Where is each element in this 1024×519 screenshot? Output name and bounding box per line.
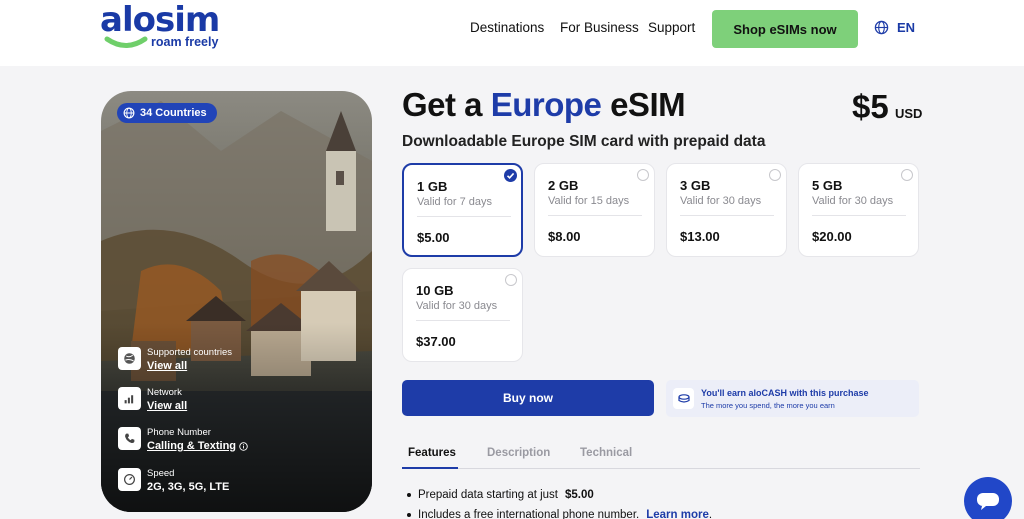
language-code: EN (897, 20, 916, 35)
tab-features[interactable]: Features (408, 447, 456, 459)
page-subtitle: Downloadable Europe SIM card with prepai… (402, 133, 766, 150)
destination-hero-card: 34 Countries Supported countries View al… (101, 91, 372, 512)
feature-text: Prepaid data starting at just (418, 489, 558, 501)
bullet (407, 513, 411, 517)
network-view-all-link[interactable]: View all (147, 399, 187, 413)
learn-more-link[interactable]: Learn more (646, 509, 709, 519)
plan-card-10gb[interactable]: 10 GB Valid for 30 days $37.00 (402, 268, 523, 362)
globe-icon (123, 107, 135, 119)
speedometer-icon (118, 468, 141, 491)
globe-icon (118, 347, 141, 370)
logo-wordmark: alosim (100, 0, 220, 40)
radio-icon (769, 169, 781, 181)
plan-price: $5.00 (417, 230, 450, 245)
supported-countries-row: Supported countries View all (118, 347, 232, 373)
title-prefix: Get a (402, 86, 483, 123)
tab-description[interactable]: Description (487, 447, 550, 459)
plan-card-5gb[interactable]: 5 GB Valid for 30 days $20.00 (798, 163, 919, 257)
speed-label: Speed (147, 468, 175, 479)
plan-data: 10 GB (416, 283, 454, 298)
info-icon[interactable] (239, 441, 248, 451)
smile-icon (104, 36, 148, 48)
plan-data: 3 GB (680, 178, 711, 193)
network-row: Network View all (118, 387, 187, 413)
countries-count: 34 Countries (140, 107, 207, 119)
network-label: Network (147, 387, 182, 398)
tabs-divider (402, 468, 920, 469)
plan-divider (416, 320, 510, 321)
radio-icon (901, 169, 913, 181)
plan-data: 2 GB (548, 178, 579, 193)
alosim-logo[interactable]: alosim roam freely (100, 0, 220, 54)
bullet (407, 493, 411, 497)
earn-title: You'll earn aloCASH with this purchase (701, 388, 869, 398)
feature-suffix: . (708, 509, 713, 519)
plan-card-3gb[interactable]: 3 GB Valid for 30 days $13.00 (666, 163, 787, 257)
tab-technical[interactable]: Technical (580, 447, 632, 459)
feature-text: Includes a free international phone numb… (418, 509, 640, 519)
coins-icon (673, 388, 694, 409)
plan-card-1gb[interactable]: 1 GB Valid for 7 days $5.00 (402, 163, 523, 257)
plan-data: 1 GB (417, 179, 448, 194)
title-destination: Europe (490, 86, 602, 123)
chat-icon (977, 493, 999, 510)
nav-for-business[interactable]: For Business (560, 20, 639, 35)
plan-price: $37.00 (416, 334, 456, 349)
supported-countries-label: Supported countries (147, 347, 233, 358)
radio-icon (505, 274, 517, 286)
page-title: Get a Europe eSIM (402, 86, 686, 124)
plan-price: $8.00 (548, 229, 581, 244)
plan-validity: Valid for 30 days (812, 195, 894, 207)
phone-number-row: Phone Number Calling & Texting (118, 427, 248, 453)
nav-support[interactable]: Support (648, 20, 695, 35)
plan-divider (417, 216, 511, 217)
starting-price: $5 (852, 88, 889, 125)
language-selector[interactable]: EN (874, 20, 915, 35)
logo-tagline: roam freely (151, 35, 219, 49)
site-header: alosim roam freely Destinations For Busi… (0, 0, 1024, 66)
checkmark-icon (504, 169, 517, 182)
phone-number-label: Phone Number (147, 427, 211, 438)
plan-validity: Valid for 30 days (680, 195, 762, 207)
active-tab-indicator (402, 467, 458, 469)
plan-validity: Valid for 15 days (548, 195, 630, 207)
title-suffix: eSIM (610, 86, 686, 123)
chat-button[interactable] (964, 477, 1012, 519)
feature-item: Prepaid data starting at just $5.00 (407, 489, 594, 501)
plan-price: $20.00 (812, 229, 852, 244)
plan-card-2gb[interactable]: 2 GB Valid for 15 days $8.00 (534, 163, 655, 257)
countries-badge[interactable]: 34 Countries (117, 103, 217, 123)
globe-icon (874, 20, 889, 35)
shop-esims-button[interactable]: Shop eSIMs now (712, 10, 858, 48)
plan-divider (680, 215, 774, 216)
price-currency: USD (895, 106, 923, 121)
plan-divider (548, 215, 642, 216)
plan-validity: Valid for 30 days (416, 300, 498, 312)
plan-divider (812, 215, 906, 216)
feature-item: Includes a free international phone numb… (407, 509, 712, 519)
alocash-earn-banner: You'll earn aloCASH with this purchase T… (666, 380, 919, 417)
buy-now-button[interactable]: Buy now (402, 380, 654, 416)
nav-destinations[interactable]: Destinations (470, 20, 544, 35)
phone-icon (118, 427, 141, 450)
feature-price: $5.00 (565, 489, 594, 501)
plan-price: $13.00 (680, 229, 720, 244)
speed-row: Speed 2G, 3G, 5G, LTE (118, 468, 229, 494)
plan-validity: Valid for 7 days (417, 196, 493, 208)
speed-value: 2G, 3G, 5G, LTE (147, 481, 230, 493)
supported-countries-view-all-link[interactable]: View all (147, 359, 232, 373)
earn-subtitle: The more you spend, the more you earn (701, 401, 835, 410)
signal-bars-icon (118, 387, 141, 410)
plan-data: 5 GB (812, 178, 843, 193)
calling-texting-link[interactable]: Calling & Texting (147, 439, 236, 453)
radio-icon (637, 169, 649, 181)
